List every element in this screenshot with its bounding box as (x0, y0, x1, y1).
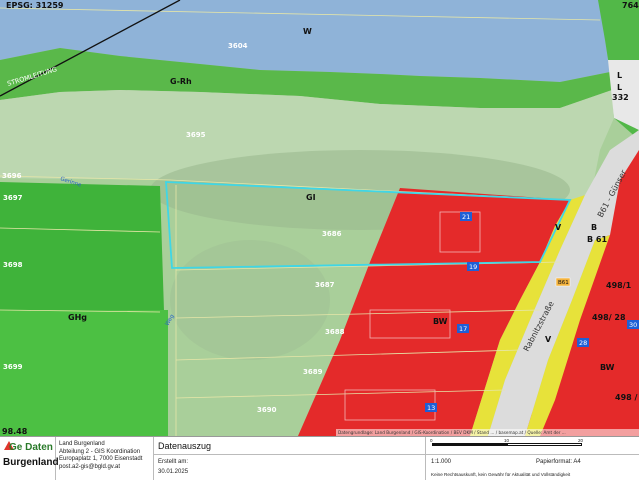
scale-seg-dark (432, 443, 507, 446)
parcel-3698: 3698 (3, 261, 23, 269)
divider (426, 454, 639, 455)
svg-text:21: 21 (462, 213, 470, 221)
zoning-map[interactable]: W G-Rh GI GHg BW BW V V L L B B 61 3604 … (0, 0, 639, 436)
house-number-19: 19 (467, 262, 479, 271)
created-date: 30.01.2025 (158, 469, 189, 475)
disclaimer: Keine Rechtsauskunft, kein Gewähr für Ak… (431, 472, 571, 477)
zone-label-grh: G-Rh (170, 77, 192, 86)
scale-seg-light (507, 443, 582, 446)
paper-format: Papierformat: A4 (536, 459, 581, 465)
zone-label-b: B (591, 223, 597, 232)
road-label-b61: B 61 (587, 235, 607, 244)
org-line: Land Burgenland (59, 441, 105, 447)
tree-shading-2 (170, 240, 330, 360)
org-email[interactable]: post.a2-gis@bgld.gv.at (59, 464, 153, 472)
parcel-3696: 3696 (2, 172, 22, 180)
org-line: Abteilung 2 - GIS Koordination (59, 448, 141, 455)
footer-org-cell: Land Burgenland Abteilung 2 - GIS Koordi… (56, 437, 154, 480)
footer-logo-cell: Ge Daten Burgenland (0, 437, 59, 480)
map-footer: Ge Daten Burgenland Land Burgenland Abte… (0, 436, 639, 480)
zone-label-bw: BW (433, 317, 448, 326)
parcel-498: 498 / (615, 393, 637, 402)
scale-value: 1:1.000 (431, 459, 452, 465)
parcel-3687: 3687 (315, 281, 335, 289)
svg-text:28: 28 (579, 339, 587, 347)
house-number-21: 21 (460, 212, 472, 221)
zone-label-ghg: GHg (68, 313, 87, 322)
svg-text:13: 13 (427, 404, 435, 412)
zone-label-l-2: L (617, 83, 622, 92)
zone-label-l: L (617, 71, 622, 80)
zone-label-gi: GI (306, 193, 316, 202)
scale-tick: 0 (430, 438, 433, 443)
footer-title-cell: Datenauszug Erstellt am: 30.01.2025 (154, 437, 426, 480)
scale-tick: 20 (578, 438, 584, 443)
created-label: Erstellt am: (158, 459, 189, 465)
divider (154, 454, 425, 455)
corner-left-label: 98.48 (2, 427, 28, 436)
house-number-30: 30 (627, 320, 639, 329)
parcel-3689: 3689 (303, 368, 323, 376)
map-canvas: W G-Rh GI GHg BW BW V V L L B B 61 3604 … (0, 0, 639, 436)
house-number-13: 13 (425, 403, 437, 412)
logo-bottom-text: Burgenland (3, 457, 59, 468)
svg-text:B61: B61 (558, 280, 569, 286)
zone-label-bw-right: BW (600, 363, 615, 372)
parcel-498-1: 498/1 (606, 281, 632, 290)
road-shield-b61: B61 (555, 277, 571, 287)
svg-text:17: 17 (459, 325, 467, 333)
parcel-332: 332 (612, 93, 629, 102)
map-attribution: Datengrundlage: Land Burgenland / GIS-Ko… (338, 430, 566, 435)
zone-label-v-2: V (545, 335, 552, 344)
top-right-code: 764 (622, 1, 639, 10)
parcel-3686: 3686 (322, 230, 342, 238)
zone-label-v: V (555, 223, 562, 232)
parcel-3697: 3697 (3, 194, 23, 202)
parcel-3690: 3690 (257, 406, 277, 414)
epsg-label: EPSG: 31259 (6, 1, 64, 10)
parcel-3695: 3695 (186, 131, 206, 139)
document-title: Datenauszug (158, 441, 212, 451)
green-zone-ghg-lower (0, 310, 168, 436)
svg-text:30: 30 (629, 321, 637, 329)
parcel-3688: 3688 (325, 328, 345, 336)
org-line: Europaplatz 1, 7000 Eisenstadt (59, 456, 143, 462)
house-number-17: 17 (457, 324, 469, 333)
geodaten-logo: Ge Daten Burgenland (3, 440, 59, 478)
parcel-3699: 3699 (3, 363, 23, 371)
house-number-28: 28 (577, 338, 589, 347)
logo-top-text: Ge Daten (9, 442, 53, 453)
scale-tick: 10 (504, 438, 510, 443)
footer-scale-cell: 0 10 20 1:1.000 Papierformat: A4 Keine R… (426, 437, 639, 480)
svg-text:19: 19 (469, 263, 477, 271)
parcel-3604: 3604 (228, 42, 248, 50)
zone-label-w: W (303, 27, 312, 36)
parcel-498-28: 498/ 28 (592, 313, 626, 322)
